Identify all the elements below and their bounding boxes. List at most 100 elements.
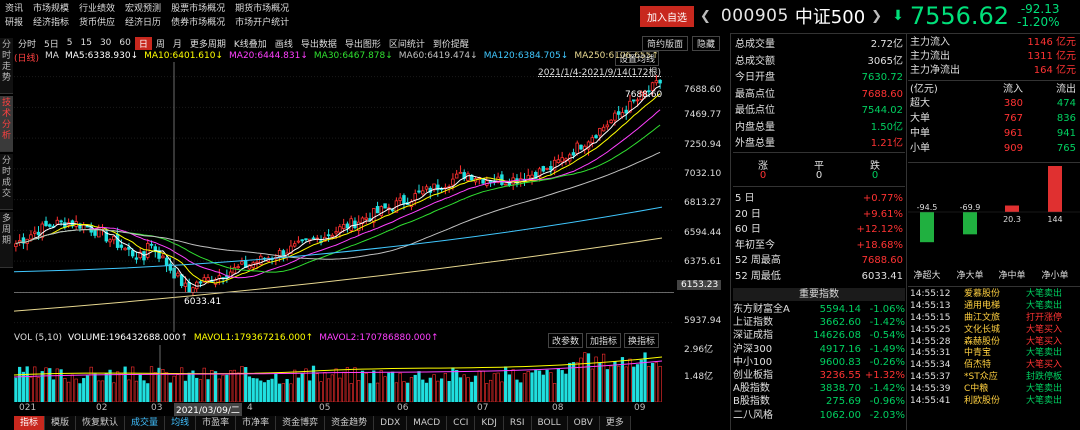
indicator-tab[interactable]: KDJ <box>475 416 504 430</box>
index-row[interactable]: 上证指数 3662.60 -1.42% <box>733 316 905 329</box>
menu-item[interactable]: 市场规模 <box>28 1 74 14</box>
toolbar-item[interactable]: 日 <box>134 36 152 50</box>
flow-table-row: 中单 961 941 <box>910 126 1076 141</box>
breadth-flat-label: 平 <box>814 161 824 172</box>
indicator-tab[interactable]: 资金趋势 <box>325 416 375 430</box>
side-tab-timeshare[interactable]: 分时走势 <box>0 38 13 94</box>
toolbar-item[interactable]: 5日 <box>40 37 63 50</box>
toolbar-item[interactable]: 60 <box>115 38 134 48</box>
chart-toolbar: 分时 5日 5 15 30 60 日周月更多周期 K线叠加 画线 导出数据 导出图形 区间统计 到价提醒 <box>14 36 473 50</box>
menu-item[interactable]: 股票市场概况 <box>166 1 230 14</box>
market-breadth: 涨 平 跌 0 0 0 <box>735 157 903 183</box>
trade-row[interactable]: 14:55:37 *ST众应 封跌停板 <box>910 371 1078 383</box>
next-arrow-icon[interactable]: ❯ <box>871 9 882 24</box>
add-watchlist-button[interactable]: 加入自选 <box>640 5 694 27</box>
menu-item[interactable]: 经济日历 <box>120 15 166 28</box>
toolbar-right-button[interactable]: 简约版面 <box>642 36 689 51</box>
breadth-up-label: 涨 <box>758 161 768 172</box>
index-row[interactable]: B股指数 275.69 -0.96% <box>733 395 905 408</box>
side-tab-multiperiod[interactable]: 多周期 <box>0 212 13 268</box>
toolbar-right-button[interactable]: 隐藏 <box>692 36 721 51</box>
toolbar-item[interactable]: 画线 <box>271 37 297 50</box>
index-row[interactable]: 创业板指 3236.55 +1.32% <box>733 369 905 382</box>
trade-row[interactable]: 14:55:31 中青宝 大笔卖出 <box>910 347 1078 359</box>
indicator-tab[interactable]: 市盈率 <box>196 416 237 430</box>
candle <box>481 178 485 184</box>
index-row[interactable]: A股指数 3838.70 -1.42% <box>733 382 905 395</box>
period-row: 52 周最低 6033.41 <box>735 269 903 285</box>
index-row[interactable]: 二八风格 1062.00 -2.03% <box>733 409 905 422</box>
indicator-tab[interactable]: CCI <box>447 416 476 430</box>
menu-item[interactable]: 货币供应 <box>74 15 120 28</box>
menu-item[interactable]: 市场开户统计 <box>230 15 294 28</box>
menu-item[interactable]: 期货市场概况 <box>230 1 294 14</box>
volume-bar <box>549 372 553 402</box>
toolbar-item[interactable]: 15 <box>76 38 95 48</box>
menu-item[interactable]: 宏观预测 <box>120 1 166 14</box>
index-list: 东方财富全A 5594.14 -1.06% 上证指数 3662.60 -1.42% 深证成指… <box>733 303 905 422</box>
volume-bar <box>617 365 621 402</box>
indicator-tab[interactable]: BOLL <box>532 416 568 430</box>
menu-item[interactable]: 债券市场概况 <box>166 15 230 28</box>
candle <box>632 99 636 102</box>
trade-row[interactable]: 14:55:13 通用电梯 大笔卖出 <box>910 300 1078 312</box>
quote-panel: 总成交量 2.72亿 总成交额 3065亿 今日开盘 7630.72 最高点位 7688.60… <box>735 37 903 153</box>
toolbar-item[interactable]: 月 <box>169 37 186 50</box>
indicator-tab[interactable]: 市净率 <box>236 416 277 430</box>
toolbar-item[interactable]: 区间统计 <box>385 37 429 50</box>
toolbar-dropdown[interactable]: 更多周期 <box>186 37 230 50</box>
indicator-tab[interactable]: 模版 <box>45 416 77 430</box>
trade-row[interactable]: 14:55:41 利欧股份 大笔卖出 <box>910 395 1078 407</box>
flow-table-header-cell: 流出 <box>1056 84 1076 95</box>
side-tab-technical[interactable]: 技术分析 <box>0 96 13 152</box>
candle <box>296 240 301 243</box>
volume-chart[interactable] <box>14 345 674 402</box>
candle <box>55 219 60 225</box>
toolbar-item[interactable]: 分时 <box>14 37 40 50</box>
indicator-tab[interactable]: 成交量 <box>125 416 166 430</box>
candle <box>330 234 335 238</box>
trade-row[interactable]: 14:55:34 佰杰特 大笔买入 <box>910 359 1078 371</box>
quote-label: 内盘总量 <box>735 121 775 133</box>
trade-row[interactable]: 14:55:12 爱慕股份 大笔卖出 <box>910 288 1078 300</box>
side-tab-ticks[interactable]: 分时成交 <box>0 154 13 210</box>
change-percent: -1.20% <box>1017 15 1060 29</box>
toolbar-item[interactable]: 导出数据 <box>297 37 341 50</box>
index-row[interactable]: 中小100 9600.83 -0.26% <box>733 356 905 369</box>
volume-bar <box>413 374 417 402</box>
indicator-tab[interactable]: 均线 <box>165 416 197 430</box>
indicator-tab[interactable]: DDX <box>374 416 408 430</box>
menu-item[interactable]: 经济指标 <box>28 15 74 28</box>
trade-row[interactable]: 14:55:28 森赫股份 大笔买入 <box>910 336 1078 348</box>
indicator-tab[interactable]: RSI <box>504 416 532 430</box>
toolbar-item[interactable]: 30 <box>96 38 115 48</box>
menu-item[interactable]: 行业绩效 <box>74 1 120 14</box>
indicator-tab[interactable]: 指标 <box>14 416 46 430</box>
candle <box>383 203 387 209</box>
index-row[interactable]: 沪深300 4917.16 -1.49% <box>733 343 905 356</box>
kline-chart[interactable] <box>14 62 674 332</box>
quote-label: 总成交量 <box>735 39 775 50</box>
indicator-tab[interactable]: 更多 <box>600 416 631 430</box>
toolbar-item[interactable]: 到价提醒 <box>429 37 473 50</box>
candle <box>304 238 308 241</box>
flow-bar-label: 144 <box>1047 215 1062 224</box>
toolbar-item[interactable]: 周 <box>152 37 169 50</box>
index-row[interactable]: 东方财富全A 5594.14 -1.06% <box>733 303 905 316</box>
trade-row[interactable]: 14:55:39 C中粮 大笔卖出 <box>910 383 1078 395</box>
toolbar-item[interactable]: 导出图形 <box>341 37 385 50</box>
indicator-tab[interactable]: OBV <box>568 416 600 430</box>
indicator-tab[interactable]: 资金博弈 <box>276 416 326 430</box>
trade-row[interactable]: 14:55:15 曲江文旅 打开涨停 <box>910 312 1078 324</box>
candle <box>198 281 203 284</box>
indicator-tab[interactable]: MACD <box>407 416 448 430</box>
trade-row[interactable]: 14:55:25 文化长城 大笔买入 <box>910 324 1078 336</box>
index-row[interactable]: 深证成指 14626.08 -0.54% <box>733 329 905 342</box>
indicator-tab[interactable]: 恢复默认 <box>76 416 126 430</box>
toolbar-dropdown[interactable]: K线叠加 <box>230 37 271 50</box>
prev-arrow-icon[interactable]: ❮ <box>700 9 711 24</box>
index-value: 14626.08 <box>813 330 861 342</box>
menu-item[interactable]: 研报 <box>0 15 28 28</box>
toolbar-item[interactable]: 5 <box>63 38 77 48</box>
menu-item[interactable]: 资讯 <box>0 1 28 14</box>
